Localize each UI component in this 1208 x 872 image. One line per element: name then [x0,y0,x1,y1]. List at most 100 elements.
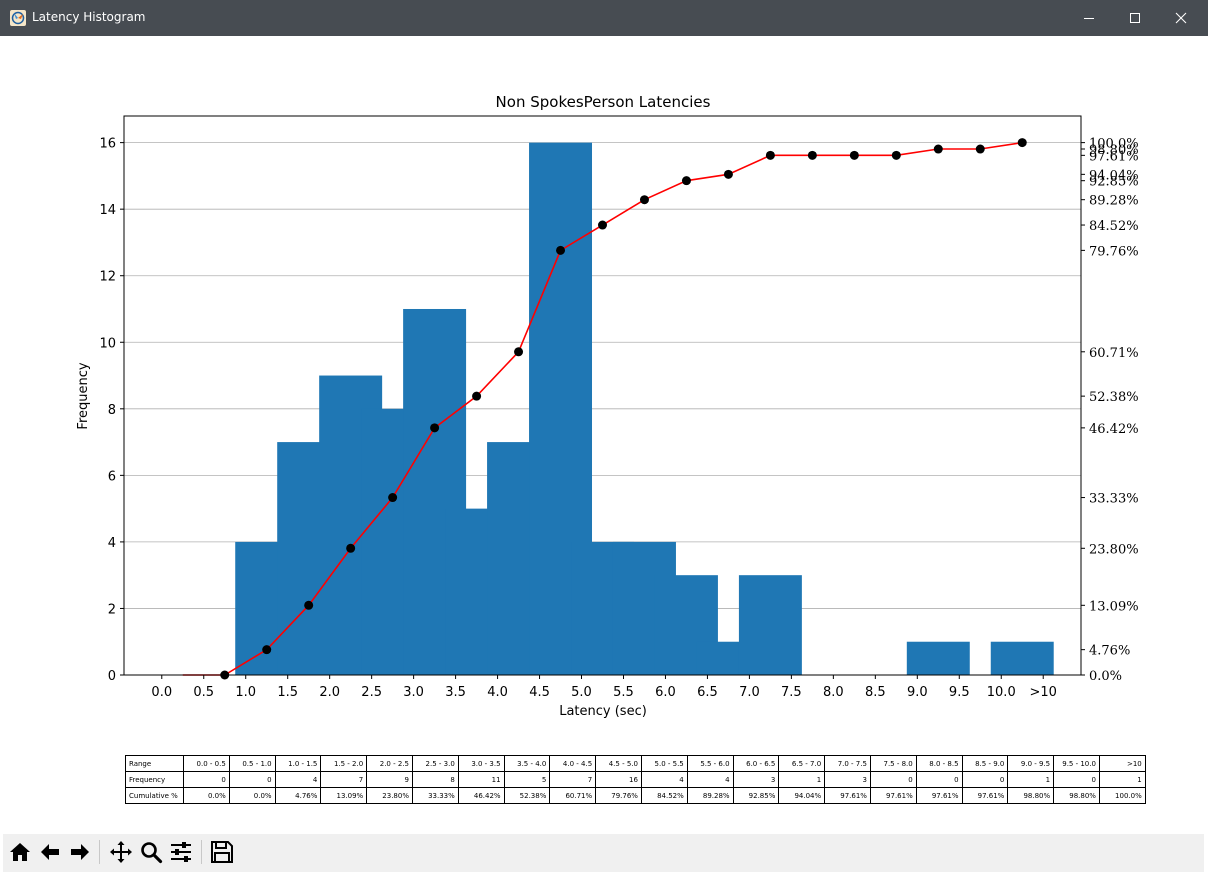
home-button[interactable] [6,838,34,866]
table-cell: 0 [961,771,1009,788]
table-cell: 6.5 - 7.0 [778,755,826,772]
x-tick-label: >10 [1030,685,1057,700]
zoom-button[interactable] [137,838,165,866]
forward-arrow-icon [71,844,89,860]
x-axis-label: Latency (sec) [559,704,647,719]
histogram-bar [906,641,970,675]
table-row-header: Range [125,755,184,772]
cumulative-point [304,600,314,610]
forward-button[interactable] [66,838,94,866]
histogram-bar [738,575,802,675]
table-cell: 0.0% [228,787,276,804]
matplotlib-icon [10,10,26,26]
table-cell: 9 [366,771,413,788]
window-title: Latency Histogram [32,10,146,24]
cumulative-point [1017,138,1027,148]
cumulative-point [891,150,901,160]
x-tick-label: 6.5 [697,685,718,700]
table-cell: 4.76% [274,787,322,804]
pan-button[interactable] [107,838,135,866]
x-tick-label: 8.5 [865,685,886,700]
back-button[interactable] [36,838,64,866]
table-cell: 1 [1007,771,1055,788]
cumulative-point [849,150,859,160]
y-tick-label: 8 [108,403,116,418]
cumulative-point [472,391,482,401]
table-row-header: Frequency [125,771,184,788]
right-tick-label: 46.42% [1089,422,1139,437]
table-cell: 6.0 - 6.5 [732,755,780,772]
histogram-bar [990,641,1054,675]
table-cell: 2.5 - 3.0 [411,755,459,772]
table-cell: 2.0 - 2.5 [366,755,413,772]
navigation-toolbar [3,834,1204,870]
table-cell: 46.42% [457,787,505,804]
table-cell: 13.09% [320,787,368,804]
right-tick-label: 84.52% [1089,219,1139,234]
right-tick-label: 60.71% [1089,346,1139,361]
x-tick-label: 0.0 [151,685,172,700]
maximize-button[interactable] [1112,0,1158,36]
right-tick-label: 4.76% [1089,644,1130,659]
table-cell: 7.0 - 7.5 [824,755,871,772]
title-bar[interactable]: Latency Histogram [0,0,1208,36]
x-tick-label: 5.0 [571,685,592,700]
table-cell: 0 [228,771,276,788]
configure-subplots-icon [171,842,191,862]
cumulative-point [598,220,607,230]
table-cell: 8 [411,771,459,788]
toolbar-separator [99,840,100,864]
right-tick-label: 33.33% [1089,492,1139,507]
save-button[interactable] [208,838,236,866]
table-cell: 97.61% [824,787,871,804]
chart-title: Non SpokesPerson Latencies [496,93,711,111]
table-cell: 4.0 - 4.5 [549,755,597,772]
close-button[interactable] [1158,0,1204,36]
table-cell: 98.80% [1007,787,1055,804]
x-tick-label: 10.0 [987,685,1016,700]
table-cell: 0.0% [183,787,230,804]
x-tick-label: 4.0 [487,685,508,700]
cumulative-point [933,144,943,154]
x-tick-label: 1.5 [277,685,298,700]
cumulative-point [388,493,398,503]
table-cell: 92.85% [732,787,780,804]
x-tick-label: 1.0 [235,685,256,700]
table-cell: >10 [1098,755,1146,772]
figure-canvas[interactable]: 0 2 4 6 8 10 12 14 16 0.0 0.5 1.0 1.5 2.0 2.5 3.0 3.5 4.0… [3,36,1204,834]
histogram-chart: 0 2 4 6 8 10 12 14 16 0.0 0.5 1.0 1.5 2.0 2.5 3.0 3.5 4.0… [76,93,1139,719]
table-cell: 7 [320,771,368,788]
table-cell: 79.76% [595,787,642,804]
table-cell: 8.0 - 8.5 [915,755,963,772]
cumulative-point [639,195,649,205]
cumulative-point [681,176,691,186]
table-cell: 1 [778,771,826,788]
configure-subplots-button[interactable] [167,838,195,866]
x-tick-label: 6.0 [655,685,676,700]
x-tick-label: 7.5 [781,685,802,700]
table-cell: 98.80% [1053,787,1100,804]
table-cell: 3 [824,771,871,788]
table-cell: 8.5 - 9.0 [961,755,1009,772]
toolbar-separator [201,840,202,864]
y-tick-label: 14 [99,203,116,218]
close-icon [1175,12,1187,24]
cumulative-point [346,543,356,553]
right-tick-label: 23.80% [1089,542,1139,557]
table-cell: 94.04% [778,787,826,804]
table-cell: 9.5 - 10.0 [1053,755,1100,772]
app-window: Latency Histogram 0 2 4 6 8 10 12 14 16 0.0 0.5 1.0… [0,0,1208,872]
minimize-button[interactable] [1066,0,1112,36]
x-tick-label: 8.0 [823,685,844,700]
table-cell: 3.0 - 3.5 [457,755,505,772]
table-cell: 1.0 - 1.5 [274,755,322,772]
x-tick-label: 5.5 [613,685,634,700]
maximize-icon [1130,13,1140,23]
table-cell: 23.80% [366,787,413,804]
table-cell: 11 [457,771,505,788]
right-tick-label: 52.38% [1089,390,1139,405]
table-cell: 5.0 - 5.5 [640,755,688,772]
right-tick-label: 0.0% [1089,669,1122,684]
y-tick-label: 6 [108,469,116,484]
x-tick-label: 2.0 [319,685,340,700]
